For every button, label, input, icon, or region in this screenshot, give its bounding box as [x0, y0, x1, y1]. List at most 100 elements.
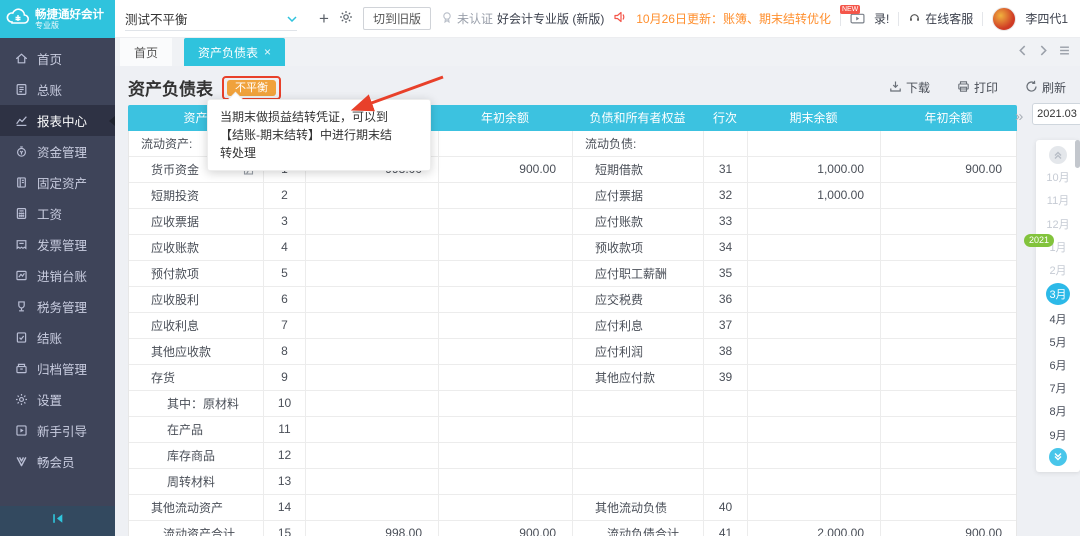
tab-label: 首页 — [134, 45, 159, 60]
sidebar-item-label: 发票管理 — [37, 239, 88, 253]
sidebar-item-membership[interactable]: 畅会员 — [0, 446, 115, 477]
liability-item-name: 流动负债合计 — [573, 521, 704, 536]
salary-icon — [15, 207, 28, 220]
sidebar-item-label: 总账 — [37, 84, 63, 98]
asset-beginning-balance — [439, 287, 573, 312]
asset-ending-balance — [306, 469, 439, 494]
plus-icon: + — [319, 9, 329, 28]
sidebar-item-archive[interactable]: 归档管理 — [0, 353, 115, 384]
table-row: 其中：原材料 10 — [129, 391, 1016, 417]
asset-beginning-balance — [439, 183, 573, 208]
refresh-icon — [1025, 80, 1038, 96]
announcement-text[interactable]: 10月26日更新：账簿、期末结转优化 — [636, 10, 831, 27]
liability-ending-balance — [748, 391, 881, 416]
month-item-8月[interactable]: 8月 — [1045, 401, 1071, 421]
sidebar-item-home[interactable]: 首页 — [0, 43, 115, 74]
asset-item-name: 流动资产合计 — [129, 521, 264, 536]
close-icon[interactable]: × — [264, 46, 271, 58]
liability-line-no: 36 — [704, 287, 748, 312]
asset-beginning-balance — [439, 131, 573, 156]
table-row: 周转材料 13 — [129, 469, 1016, 495]
asset-line-no: 4 — [264, 235, 306, 260]
app-logo: 畅捷通好会计 专业版 — [0, 0, 115, 38]
asset-line-no: 11 — [264, 417, 306, 442]
sidebar-item-general-ledger[interactable]: 总账 — [0, 74, 115, 105]
asset-beginning-balance — [439, 261, 573, 286]
liability-ending-balance — [748, 469, 881, 494]
month-item-2月[interactable]: 2月 — [1045, 260, 1071, 280]
download-button[interactable]: 下载 — [889, 79, 930, 96]
avatar[interactable] — [992, 6, 1017, 31]
add-account-set-button[interactable]: + — [313, 8, 335, 30]
month-item-5月[interactable]: 5月 — [1045, 332, 1071, 352]
asset-item-name: 预付款项 — [129, 261, 264, 286]
sidebar-item-salary[interactable]: 工资 — [0, 198, 115, 229]
online-support-button[interactable]: 在线客服 — [908, 10, 973, 27]
sidebar-item-report-center[interactable]: 报表中心 — [0, 105, 115, 136]
header-more-icon[interactable]: » — [1015, 107, 1023, 127]
liability-line-no: 40 — [704, 495, 748, 520]
brand-edition: 专业版 — [35, 20, 59, 30]
asset-ending-balance: 998.00 — [306, 521, 439, 536]
video-label[interactable]: 录! — [874, 10, 889, 27]
divider — [982, 11, 984, 26]
liability-ending-balance — [748, 417, 881, 442]
guide-icon — [15, 424, 28, 437]
table-row: 短期投资 2 应付票据 32 1,000.00 — [129, 183, 1016, 209]
liability-ending-balance — [748, 287, 881, 312]
account-set-selector[interactable]: 测试不平衡 — [125, 6, 297, 31]
username[interactable]: 李四代1 — [1025, 10, 1068, 27]
asset-line-no: 13 — [264, 469, 306, 494]
asset-item-name: 应收股利 — [129, 287, 264, 312]
month-item-9月[interactable]: 9月 — [1045, 425, 1071, 445]
sidebar-item-label: 资金管理 — [37, 146, 88, 160]
month-item-7月[interactable]: 7月 — [1045, 378, 1071, 398]
tab-scroll-left-icon[interactable] — [1017, 43, 1028, 61]
report-icon — [15, 114, 28, 127]
month-item-11月[interactable]: 11月 — [1045, 190, 1071, 210]
sidebar-item-purchase-sales[interactable]: 进销台账 — [0, 260, 115, 291]
tutorial-video-button[interactable]: NEW — [839, 4, 865, 27]
tab-scroll-right-icon[interactable] — [1038, 43, 1049, 61]
liability-ending-balance — [748, 235, 881, 260]
print-button[interactable]: 打印 — [957, 79, 998, 96]
liability-beginning-balance — [881, 339, 1018, 364]
liability-line-no: 34 — [704, 235, 748, 260]
months-scroll-up-icon[interactable] — [1049, 146, 1067, 164]
switch-old-version-button[interactable]: 切到旧版 — [363, 7, 432, 30]
months-scroll-down-icon[interactable] — [1049, 447, 1067, 466]
sidebar-item-cash-management[interactable]: 资金管理 — [0, 136, 115, 167]
liability-beginning-balance: 900.00 — [965, 162, 1002, 176]
sidebar-item-beginner-guide[interactable]: 新手引导 — [0, 415, 115, 446]
sidebar-item-closing[interactable]: 结账 — [0, 322, 115, 353]
liability-line-no: 32 — [704, 183, 748, 208]
sidebar-item-label: 设置 — [37, 394, 63, 408]
tab-menu-icon[interactable] — [1059, 43, 1070, 61]
month-item-10月[interactable]: 10月 — [1045, 167, 1071, 187]
sidebar-item-tax-management[interactable]: 税务管理 — [0, 291, 115, 322]
column-header: 行次 — [712, 111, 737, 125]
liability-line-no: 31 — [704, 157, 748, 182]
month-item-6月[interactable]: 6月 — [1045, 355, 1071, 375]
liability-item-name: 应交税费 — [573, 287, 704, 312]
tab-home[interactable]: 首页 — [120, 38, 173, 66]
sidebar-item-fixed-assets[interactable]: 固定资产 — [0, 167, 115, 198]
refresh-button[interactable]: 刷新 — [1025, 79, 1066, 96]
main-content: 资产负债表 不平衡 下载打印刷新 资产行次期末余额年初余额负债和所有者权益行次期… — [115, 66, 1080, 536]
asset-line-no: 7 — [264, 313, 306, 338]
certification-status[interactable]: 未认证 好会计专业版 (新版) — [441, 10, 604, 27]
table-row: 其他应收款 8 应付利润 38 — [129, 339, 1016, 365]
month-item-3月[interactable]: 3月 — [1046, 283, 1070, 306]
month-item-4月[interactable]: 4月 — [1045, 309, 1071, 329]
sidebar-item-invoice-management[interactable]: 发票管理 — [0, 229, 115, 260]
period-input[interactable]: 2021.03 — [1032, 103, 1080, 125]
table-row: 应收利息 7 应付利息 37 — [129, 313, 1016, 339]
month-item-12月[interactable]: 12月 — [1045, 214, 1071, 234]
asset-ending-balance — [306, 495, 439, 520]
account-settings-button[interactable] — [335, 8, 357, 30]
tab-balance-sheet[interactable]: 资产负债表 × — [184, 38, 286, 66]
sidebar-item-settings[interactable]: 设置 — [0, 384, 115, 415]
asset-line-no: 2 — [264, 183, 306, 208]
page-scrollbar-thumb[interactable] — [1075, 140, 1080, 168]
collapse-sidebar-icon[interactable] — [50, 511, 65, 531]
